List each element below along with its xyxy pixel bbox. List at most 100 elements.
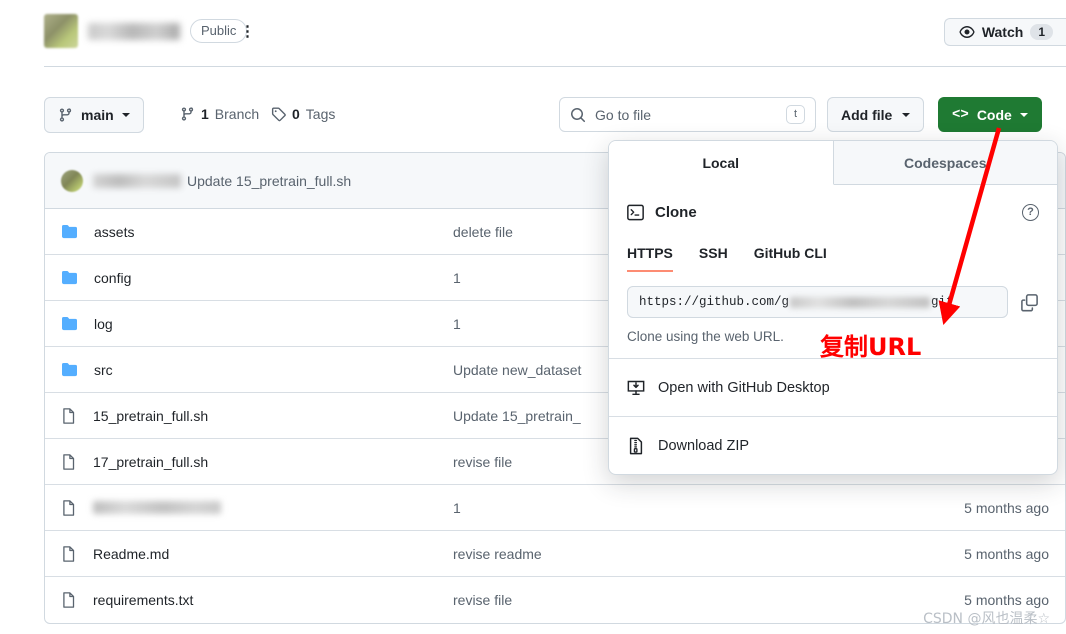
file-name-cell: assets [61, 224, 453, 240]
commit-message-cell[interactable]: revise file [453, 592, 871, 608]
branch-icon [181, 107, 194, 121]
copy-icon[interactable] [1020, 293, 1039, 312]
add-file-label: Add file [841, 106, 893, 123]
open-with-github-desktop-label: Open with GitHub Desktop [658, 379, 830, 396]
table-row[interactable]: Readme.md revise readme 5 months ago [45, 531, 1065, 577]
tab-local-label: Local [702, 154, 740, 171]
tab-https[interactable]: HTTPS [627, 245, 673, 272]
chevron-down-icon [121, 113, 130, 117]
file-name[interactable]: Readme.md [93, 546, 169, 562]
clone-url-field[interactable]: https://github.com/g git [627, 286, 1008, 318]
branches-link[interactable]: 1 Branch [180, 106, 259, 122]
go-to-file-shortcut-key: t [785, 105, 805, 124]
clone-title-group: Clone [627, 204, 697, 221]
file-name-cell: Readme.md [61, 545, 453, 563]
clone-header: Clone ? [627, 201, 1039, 223]
file-icon [63, 545, 75, 562]
file-name[interactable]: 15_pretrain_full.sh [93, 408, 208, 424]
branch-selector-button[interactable]: main [44, 97, 144, 133]
file-name-cell: log [61, 316, 453, 332]
file-name[interactable]: config [94, 270, 131, 286]
file-name-cell: 15_pretrain_full.sh [61, 407, 453, 425]
file-name[interactable]: requirements.txt [93, 592, 193, 608]
help-icon[interactable]: ? [1022, 203, 1039, 221]
protocol-tab-bar: HTTPS SSH GitHub CLI [627, 245, 1039, 272]
watch-button[interactable]: Watch 1 [943, 18, 1066, 46]
folder-icon [62, 362, 77, 377]
file-name-cell: src [61, 362, 453, 378]
tags-link[interactable]: 0 Tags [271, 106, 335, 122]
commit-message[interactable]: Update 15_pretrain_full.sh [187, 173, 351, 189]
commit-time-cell: 5 months ago [964, 499, 1049, 516]
code-dropdown-panel: Local Codespaces Clone ? HTTPS SSH GitHu… [608, 140, 1058, 475]
branch-name: main [81, 107, 114, 123]
tab-codespaces-label: Codespaces [904, 154, 987, 171]
tags-label: Tags [305, 106, 336, 122]
file-name[interactable]: log [94, 316, 113, 332]
file-name-redacted [93, 501, 221, 514]
download-zip-label: Download ZIP [658, 437, 750, 454]
clone-title: Clone [655, 203, 697, 221]
chevron-down-icon [1019, 112, 1028, 117]
panel-tab-bar: Local Codespaces [609, 141, 1057, 185]
repo-owner-avatar [44, 14, 78, 48]
file-name[interactable]: src [94, 362, 113, 378]
folder-icon [62, 224, 77, 239]
file-name-cell [61, 499, 453, 517]
tab-github-cli-label: GitHub CLI [753, 245, 827, 261]
file-zip-icon [629, 437, 643, 454]
github-repo-page: Public ⋮ Watch 1 main 1 Branch 0 Tags Go… [0, 0, 1066, 634]
branches-label: Branch [214, 106, 260, 122]
tab-ssh-label: SSH [698, 245, 728, 261]
clone-url-redacted-segment [790, 296, 931, 308]
repo-header: Public [44, 14, 248, 48]
branches-count: 1 [201, 106, 209, 122]
file-name[interactable]: assets [94, 224, 134, 240]
commit-message-cell[interactable]: revise readme [453, 546, 871, 562]
desktop-download-icon [627, 380, 645, 395]
commit-author-avatar [61, 169, 83, 192]
commit-time-cell: 5 months ago [964, 592, 1049, 608]
tag-icon [271, 107, 286, 122]
go-to-file-input[interactable]: Go to file t [559, 97, 816, 132]
repo-name-tail-glyph: ⋮ [240, 23, 255, 40]
tab-local[interactable]: Local [609, 141, 834, 185]
commit-message-cell[interactable]: 1 [453, 500, 871, 516]
open-with-github-desktop-item[interactable]: Open with GitHub Desktop [609, 358, 1057, 416]
table-row[interactable]: requirements.txt revise file 5 months ago [45, 577, 1065, 623]
tab-https-label: HTTPS [627, 245, 673, 261]
tags-count: 0 [292, 106, 300, 122]
repo-toolbar: main 1 Branch 0 Tags Go to file t Add fi… [44, 97, 1066, 133]
clone-url-suffix: git [931, 295, 954, 309]
folder-icon [62, 270, 77, 285]
file-icon [63, 407, 75, 424]
file-icon [63, 453, 75, 470]
code-button[interactable]: <> Code [938, 97, 1042, 132]
code-brackets-icon: <> [952, 106, 969, 123]
branch-icon [59, 108, 72, 122]
file-name[interactable]: 17_pretrain_full.sh [93, 454, 208, 470]
copy-url-annotation: 复制URL [820, 333, 922, 361]
repo-name-redacted[interactable] [88, 22, 180, 40]
download-zip-item[interactable]: Download ZIP [609, 416, 1057, 474]
search-icon [571, 107, 586, 122]
clone-url-prefix: https://github.com/g [639, 295, 790, 309]
table-row[interactable]: 1 5 months ago [45, 485, 1065, 531]
folder-icon [62, 316, 77, 331]
watch-count-badge: 1 [1030, 24, 1053, 40]
tab-github-cli[interactable]: GitHub CLI [754, 245, 827, 272]
tab-ssh[interactable]: SSH [699, 245, 728, 272]
code-label: Code [976, 106, 1012, 123]
add-file-button[interactable]: Add file [827, 97, 925, 132]
commit-time-cell: 5 months ago [964, 545, 1049, 562]
watch-label: Watch [981, 24, 1024, 40]
file-icon [63, 592, 75, 608]
clone-url-row: https://github.com/g git [627, 286, 1039, 318]
csdn-watermark: CSDN @风也温柔☆ [923, 611, 1050, 627]
commit-author-name-redacted[interactable] [93, 173, 181, 188]
eye-icon [959, 26, 975, 38]
tab-codespaces[interactable]: Codespaces [833, 141, 1057, 185]
help-glyph: ? [1027, 206, 1034, 218]
file-name-cell: 17_pretrain_full.sh [61, 453, 453, 471]
go-to-file-placeholder: Go to file [595, 106, 652, 123]
